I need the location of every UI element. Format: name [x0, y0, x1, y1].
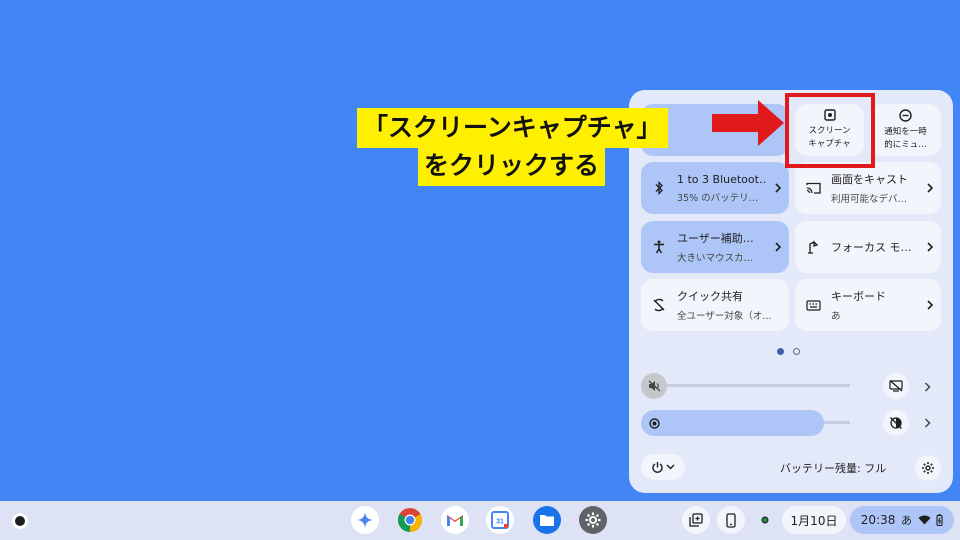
- date-tray[interactable]: 1月10日: [782, 506, 846, 534]
- bluetooth-icon: [655, 181, 663, 195]
- page-indicator: [777, 348, 800, 355]
- status-area[interactable]: 20:38 あ: [850, 506, 954, 534]
- gmail-app[interactable]: [441, 506, 469, 534]
- chevron-right-icon: [924, 418, 931, 428]
- keyboard-icon: [805, 299, 821, 311]
- gear-icon: [922, 462, 934, 474]
- calendar-app[interactable]: 31: [486, 506, 514, 534]
- battery-icon: [936, 514, 943, 526]
- chevron-right-icon[interactable]: [926, 242, 934, 252]
- phone-icon: [726, 512, 736, 528]
- tile-title: キーボード: [831, 290, 886, 303]
- tile-cast[interactable]: 画面をキャスト 利用可能なデバ…: [795, 162, 941, 214]
- night-light-button[interactable]: [883, 410, 909, 436]
- camera-indicator: [753, 506, 777, 534]
- camera-dot-icon: [761, 516, 769, 524]
- do-not-disturb-label: 通知を一時 的にミュ…: [884, 126, 927, 150]
- tile-focus-mode[interactable]: フォーカス モ…: [795, 221, 941, 273]
- date-label: 1月10日: [790, 513, 838, 528]
- volume-muted-icon: [648, 380, 660, 392]
- tile-title: クイック共有: [677, 290, 743, 303]
- settings-app[interactable]: [579, 506, 607, 534]
- do-not-disturb-tile[interactable]: 通知を一時 的にミュ…: [870, 104, 941, 156]
- audio-device-off-icon: [889, 380, 903, 392]
- highlight-box: [785, 93, 875, 168]
- instruction-caption-line1: 「スクリーンキャプチャ」: [357, 108, 668, 148]
- brightness-slider-track[interactable]: [820, 421, 850, 424]
- tile-subtitle: 利用可能なデバ…: [831, 194, 908, 205]
- wifi-icon: [918, 515, 931, 525]
- cast-icon: [805, 182, 821, 194]
- chrome-icon: [397, 508, 423, 532]
- power-icon: [652, 461, 663, 473]
- volume-mute-button[interactable]: [641, 373, 667, 399]
- chevron-right-icon[interactable]: [926, 300, 934, 310]
- launcher-button[interactable]: [6, 507, 34, 535]
- night-light-off-icon: [890, 417, 902, 429]
- audio-settings-chevron[interactable]: [920, 380, 934, 394]
- chrome-app[interactable]: [396, 506, 424, 534]
- brightness-icon: [649, 417, 660, 429]
- settings-button[interactable]: [915, 455, 941, 481]
- calendar-icon: 31: [491, 511, 509, 529]
- tile-title: ユーザー補助…: [677, 232, 754, 245]
- tile-title: フォーカス モ…: [831, 241, 912, 254]
- tile-keyboard[interactable]: キーボード あ: [795, 279, 941, 331]
- files-app[interactable]: [533, 506, 561, 534]
- page-dot-inactive[interactable]: [793, 348, 800, 355]
- audio-output-button[interactable]: [883, 373, 909, 399]
- tile-quick-share[interactable]: クイック共有 全ユーザー対象（オ…: [641, 279, 789, 331]
- calendar-day: 31: [496, 519, 504, 526]
- launcher-icon: [12, 513, 28, 529]
- tile-bluetooth[interactable]: 1 to 3 Bluetoot… 35% のバッテリ…: [641, 162, 789, 214]
- gemini-icon: [357, 512, 373, 528]
- battery-status: バッテリー残量: フル: [780, 462, 887, 475]
- phone-hub-button[interactable]: [717, 506, 745, 534]
- brightness-slider[interactable]: [641, 410, 824, 436]
- clock: 20:38: [860, 513, 896, 527]
- tile-subtitle: 35% のバッテリ…: [677, 192, 759, 204]
- holding-space-icon: [689, 513, 703, 527]
- chevron-right-icon[interactable]: [774, 242, 782, 252]
- tile-title: 画面をキャスト: [831, 173, 908, 186]
- chevron-right-icon[interactable]: [926, 183, 934, 193]
- quick-share-icon: [653, 298, 665, 312]
- tile-subtitle: あ: [831, 311, 841, 322]
- ime-indicator: あ: [900, 514, 912, 527]
- tile-title: 1 to 3 Bluetoot…: [677, 172, 767, 186]
- settings-icon: [585, 512, 601, 528]
- volume-slider-track[interactable]: [660, 384, 850, 387]
- do-not-disturb-icon: [899, 108, 912, 122]
- chevron-right-icon: [924, 382, 931, 392]
- instruction-caption-line2: をクリックする: [418, 146, 606, 186]
- display-settings-chevron[interactable]: [920, 416, 934, 430]
- chevron-right-icon[interactable]: [774, 183, 782, 193]
- tile-subtitle: 大きいマウスカ…: [677, 253, 754, 264]
- red-arrow-icon: [712, 100, 784, 146]
- chevron-down-icon: [666, 464, 675, 470]
- gemini-app[interactable]: [351, 506, 379, 534]
- tile-subtitle: 全ユーザー対象（オ…: [677, 311, 772, 322]
- accessibility-icon: [654, 240, 664, 254]
- page-dot-active[interactable]: [777, 348, 784, 355]
- holding-space-button[interactable]: [682, 506, 710, 534]
- files-icon: [540, 515, 554, 526]
- focus-lamp-icon: [808, 240, 819, 254]
- tile-accessibility[interactable]: ユーザー補助… 大きいマウスカ…: [641, 221, 789, 273]
- power-menu-button[interactable]: [641, 454, 685, 480]
- gmail-icon: [447, 515, 463, 526]
